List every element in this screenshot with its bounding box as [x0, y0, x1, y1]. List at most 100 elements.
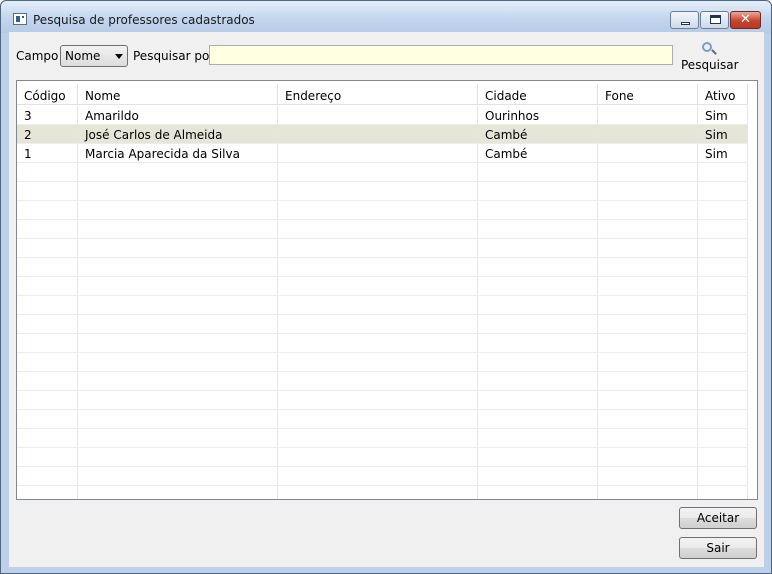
- empty-cell: [17, 277, 78, 295]
- empty-row: [17, 486, 748, 499]
- empty-cell: [598, 353, 698, 371]
- empty-cell: [698, 258, 748, 276]
- empty-cell: [78, 296, 278, 314]
- empty-cell: [598, 334, 698, 352]
- empty-cell: [598, 467, 698, 485]
- empty-cell: [698, 315, 748, 333]
- empty-row: [17, 334, 748, 353]
- empty-cell: [598, 391, 698, 409]
- empty-cell: [698, 239, 748, 257]
- minimize-icon: [681, 22, 690, 25]
- empty-cell: [698, 296, 748, 314]
- chevron-down-icon: [115, 54, 123, 59]
- empty-cell: [478, 201, 598, 219]
- campo-label: Campo: [16, 49, 59, 63]
- dialog-window: Pesquisa de professores cadastrados ✕ Ca…: [0, 0, 772, 574]
- empty-cell: [278, 391, 478, 409]
- empty-cell: [78, 258, 278, 276]
- cell-nome: Marcia Aparecida da Silva: [78, 144, 278, 162]
- empty-cell: [278, 353, 478, 371]
- empty-cell: [598, 201, 698, 219]
- empty-cell: [17, 296, 78, 314]
- campo-select[interactable]: Nome: [60, 45, 128, 67]
- column-header-ativo[interactable]: Ativo: [698, 84, 748, 104]
- empty-cell: [698, 220, 748, 238]
- cell-cidade: Cambé: [478, 125, 598, 143]
- empty-cell: [478, 258, 598, 276]
- empty-cell: [17, 372, 78, 390]
- empty-cell: [78, 239, 278, 257]
- empty-cell: [598, 220, 698, 238]
- empty-cell: [278, 220, 478, 238]
- cell-cidade: Cambé: [478, 144, 598, 162]
- empty-cell: [478, 372, 598, 390]
- maximize-button[interactable]: [700, 11, 729, 29]
- empty-cell: [598, 372, 698, 390]
- empty-cell: [17, 467, 78, 485]
- empty-cell: [478, 429, 598, 447]
- column-header-fone[interactable]: Fone: [598, 84, 698, 104]
- search-input[interactable]: [209, 45, 673, 65]
- empty-cell: [478, 182, 598, 200]
- table-row[interactable]: 1 Marcia Aparecida da Silva Cambé Sim: [17, 144, 748, 163]
- empty-cell: [698, 391, 748, 409]
- empty-row: [17, 410, 748, 429]
- empty-cell: [278, 334, 478, 352]
- empty-cell: [698, 201, 748, 219]
- empty-cell: [17, 163, 78, 181]
- minimize-button[interactable]: [670, 11, 699, 29]
- campo-select-value: Nome: [65, 49, 101, 63]
- title-bar[interactable]: Pesquisa de professores cadastrados ✕: [1, 1, 771, 33]
- empty-cell: [598, 163, 698, 181]
- empty-cell: [478, 391, 598, 409]
- sair-button[interactable]: Sair: [679, 537, 757, 559]
- column-header-cidade[interactable]: Cidade: [478, 84, 598, 104]
- empty-row: [17, 220, 748, 239]
- empty-cell: [598, 239, 698, 257]
- empty-cell: [478, 315, 598, 333]
- empty-cell: [278, 239, 478, 257]
- cell-codigo: 3: [17, 106, 78, 124]
- aceitar-button[interactable]: Aceitar: [679, 507, 757, 529]
- empty-cell: [698, 467, 748, 485]
- empty-cell: [478, 277, 598, 295]
- table-row[interactable]: 2 José Carlos de Almeida Cambé Sim: [17, 125, 748, 144]
- empty-cell: [17, 486, 78, 499]
- empty-cell: [78, 201, 278, 219]
- empty-cell: [478, 467, 598, 485]
- empty-cell: [278, 467, 478, 485]
- empty-cell: [17, 448, 78, 466]
- empty-cell: [698, 372, 748, 390]
- empty-row: [17, 429, 748, 448]
- pesquisar-button[interactable]: Pesquisar: [681, 40, 739, 74]
- column-header-nome[interactable]: Nome: [78, 84, 278, 104]
- empty-cell: [698, 277, 748, 295]
- empty-row: [17, 467, 748, 486]
- empty-cell: [78, 486, 278, 499]
- pesquisar-por-label: Pesquisar por: [133, 49, 215, 63]
- empty-cell: [78, 429, 278, 447]
- empty-row: [17, 296, 748, 315]
- empty-cell: [598, 296, 698, 314]
- dialog-client-area: Campo Nome Pesquisar por Pesquisar Códig…: [9, 32, 764, 567]
- column-header-codigo[interactable]: Código: [17, 84, 78, 104]
- cell-ativo: Sim: [698, 106, 748, 124]
- empty-row: [17, 277, 748, 296]
- empty-row: [17, 163, 748, 182]
- cell-codigo: 1: [17, 144, 78, 162]
- empty-cell: [78, 448, 278, 466]
- empty-cell: [17, 182, 78, 200]
- cell-fone: [598, 144, 698, 162]
- maximize-icon: [710, 15, 721, 24]
- empty-cell: [478, 353, 598, 371]
- window-title: Pesquisa de professores cadastrados: [33, 13, 255, 27]
- column-header-endereco[interactable]: Endereço: [278, 84, 478, 104]
- results-grid[interactable]: Código Nome Endereço Cidade Fone Ativo 3…: [16, 80, 758, 500]
- empty-cell: [17, 239, 78, 257]
- empty-cell: [698, 334, 748, 352]
- empty-cell: [278, 296, 478, 314]
- cell-codigo: 2: [17, 125, 78, 143]
- table-row[interactable]: 3 Amarildo Ourinhos Sim: [17, 106, 748, 125]
- close-button[interactable]: ✕: [730, 11, 761, 29]
- empty-cell: [478, 448, 598, 466]
